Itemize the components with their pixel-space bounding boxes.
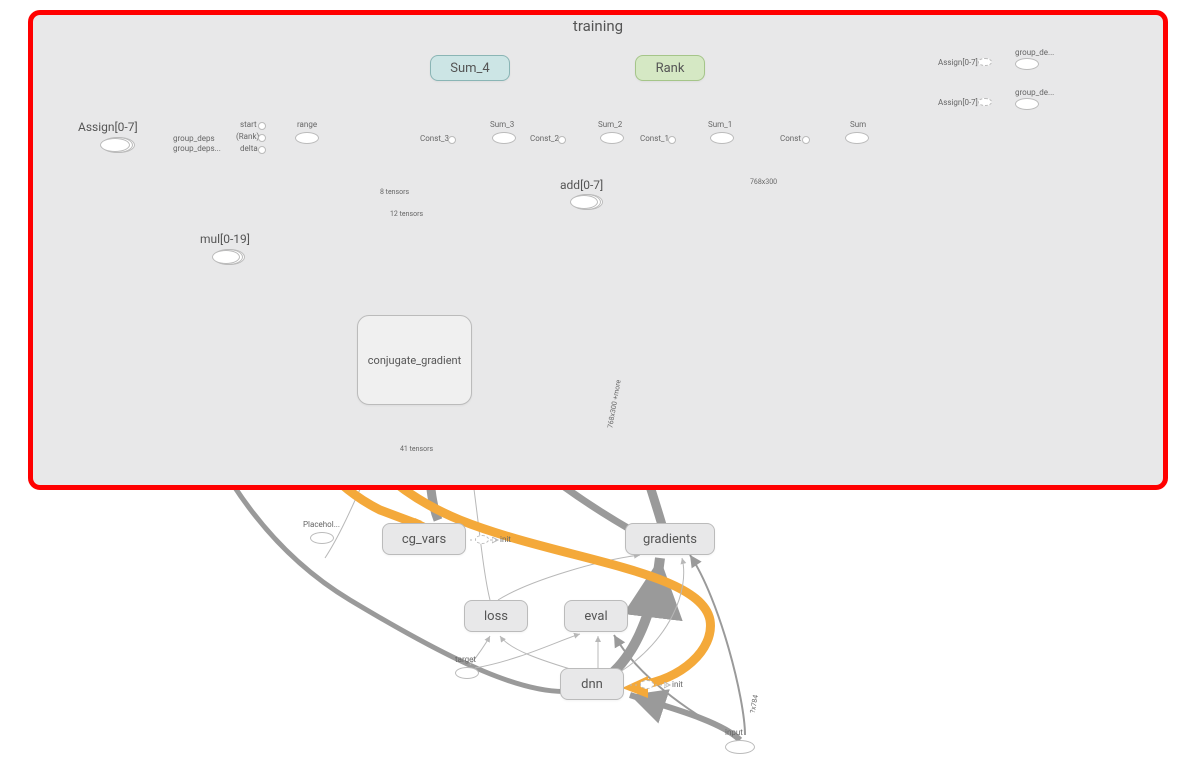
node-assign[interactable] bbox=[100, 138, 130, 152]
node-label: Sum_4 bbox=[450, 61, 489, 76]
label-group-deps: group_deps bbox=[173, 134, 215, 143]
label-const: Const bbox=[780, 134, 801, 143]
node-sum[interactable] bbox=[845, 132, 869, 144]
node-mul[interactable] bbox=[212, 250, 240, 264]
edge-label-t8a: 8 tensors bbox=[380, 188, 409, 196]
label-const1: Const_1 bbox=[640, 134, 669, 143]
sidebar-assign2-oval bbox=[978, 98, 992, 106]
sidebar-assign2: Assign[0-7] bbox=[938, 98, 978, 107]
dashed-oval-cgvars bbox=[475, 535, 489, 544]
node-label: conjugate_gradient bbox=[368, 354, 461, 367]
label-sum1: Sum_1 bbox=[708, 120, 732, 129]
label-range: range bbox=[297, 120, 317, 129]
dot-start bbox=[258, 122, 266, 130]
dot-const bbox=[802, 136, 810, 144]
node-rank[interactable]: Rank bbox=[635, 55, 705, 81]
node-sum1[interactable] bbox=[710, 132, 734, 144]
edge-label-x784: ?x784 bbox=[749, 694, 760, 714]
node-loss[interactable]: loss bbox=[464, 600, 528, 632]
node-label: Rank bbox=[656, 61, 685, 76]
node-sum2[interactable] bbox=[600, 132, 624, 144]
node-mul-label: mul[0-19] bbox=[200, 232, 250, 246]
sidebar-group2: group_de... bbox=[1015, 88, 1054, 97]
node-label: cg_vars bbox=[402, 532, 446, 547]
sidebar-group1-oval[interactable] bbox=[1015, 58, 1039, 70]
label-start: start bbox=[240, 120, 257, 129]
sidebar-group2-oval[interactable] bbox=[1015, 98, 1039, 110]
dot-const2 bbox=[558, 136, 566, 144]
label-sum: Sum bbox=[850, 120, 866, 129]
node-gradients[interactable]: gradients bbox=[625, 523, 715, 555]
node-assign-label: Assign[0-7] bbox=[78, 120, 138, 134]
edge-label-t12: 12 tensors bbox=[390, 210, 423, 218]
node-add[interactable] bbox=[570, 195, 598, 209]
node-range[interactable] bbox=[295, 132, 319, 144]
dot-rank bbox=[258, 134, 266, 142]
sidebar-group1: group_de... bbox=[1015, 48, 1054, 57]
sidebar-assign1: Assign[0-7] bbox=[938, 58, 978, 67]
node-placeholder[interactable] bbox=[310, 532, 334, 544]
dot-const1 bbox=[668, 136, 676, 144]
node-label: eval bbox=[584, 609, 607, 624]
sidebar-assign1-oval bbox=[978, 58, 992, 66]
node-add-label: add[0-7] bbox=[560, 178, 603, 192]
label-input: input bbox=[725, 728, 743, 737]
label-delta: delta bbox=[240, 144, 258, 153]
label-init: init bbox=[500, 535, 511, 544]
training-panel: training bbox=[28, 10, 1168, 490]
node-sum3[interactable] bbox=[492, 132, 516, 144]
label-placeholder: Placehol... bbox=[303, 520, 340, 529]
label-sum3: Sum_3 bbox=[490, 120, 514, 129]
node-label: dnn bbox=[581, 677, 603, 692]
node-sum4[interactable]: Sum_4 bbox=[430, 55, 510, 81]
node-eval[interactable]: eval bbox=[564, 600, 628, 632]
label-group-deps2: group_deps... bbox=[173, 144, 221, 153]
edge-label-t41: 41 tensors bbox=[400, 445, 433, 453]
node-dnn[interactable]: dnn bbox=[560, 668, 624, 700]
node-input[interactable] bbox=[725, 740, 755, 754]
dashed-oval-dnn bbox=[640, 680, 654, 689]
node-label: loss bbox=[484, 609, 508, 624]
panel-title: training bbox=[573, 17, 623, 35]
node-target[interactable] bbox=[455, 667, 479, 679]
label-const2: Const_2 bbox=[530, 134, 559, 143]
dot-const3 bbox=[448, 136, 456, 144]
node-cg-vars[interactable]: cg_vars bbox=[382, 523, 466, 555]
node-conjugate-gradient[interactable]: conjugate_gradient bbox=[357, 315, 472, 405]
node-label: gradients bbox=[643, 532, 697, 547]
label-rank-in: (Rank) bbox=[236, 132, 259, 141]
edge-label-x300: 768x300 bbox=[750, 178, 777, 186]
label-init2: init bbox=[672, 680, 683, 689]
label-target: target bbox=[455, 655, 476, 664]
label-sum2: Sum_2 bbox=[598, 120, 622, 129]
dot-delta bbox=[258, 146, 266, 154]
label-const3: Const_3 bbox=[420, 134, 449, 143]
